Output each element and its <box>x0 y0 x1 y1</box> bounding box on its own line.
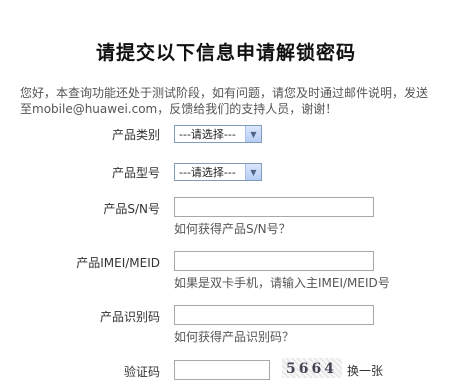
category-select-value: ---请选择--- <box>179 128 236 141</box>
captcha-label: 验证码 <box>123 365 160 379</box>
page-title: 请提交以下信息申请解锁密码 <box>95 42 356 64</box>
sn-help-link[interactable]: 如何获得产品S/N号？ <box>174 220 291 237</box>
model-select[interactable]: ---请选择--- ▼ <box>174 163 262 181</box>
imei-label: 产品IMEI/MEID <box>76 256 160 270</box>
product-id-label: 产品识别码 <box>99 310 160 324</box>
captcha-image: 5664 <box>282 358 342 378</box>
category-label: 产品类别 <box>111 128 160 142</box>
category-select[interactable]: ---请选择--- ▼ <box>174 125 262 143</box>
imei-hint: 如果是双卡手机，请输入主IMEI/MEID号 <box>174 276 390 290</box>
chevron-down-icon: ▼ <box>245 126 261 142</box>
captcha-refresh-link[interactable]: 换一张 <box>347 362 383 379</box>
product-id-help-link[interactable]: 如何获得产品识别码？ <box>174 328 294 345</box>
imei-input[interactable] <box>174 251 374 271</box>
model-select-value: ---请选择--- <box>179 166 236 179</box>
sn-input[interactable] <box>174 197 374 217</box>
product-id-input[interactable] <box>174 305 374 325</box>
captcha-input[interactable] <box>174 360 270 380</box>
chevron-down-icon: ▼ <box>245 164 261 180</box>
sn-label: 产品S/N号 <box>103 202 160 216</box>
model-label: 产品型号 <box>111 166 160 180</box>
intro-text: 您好，本查询功能还处于测试阶段，如有问题，请您及时通过邮件说明，发送至mobil… <box>20 86 429 116</box>
